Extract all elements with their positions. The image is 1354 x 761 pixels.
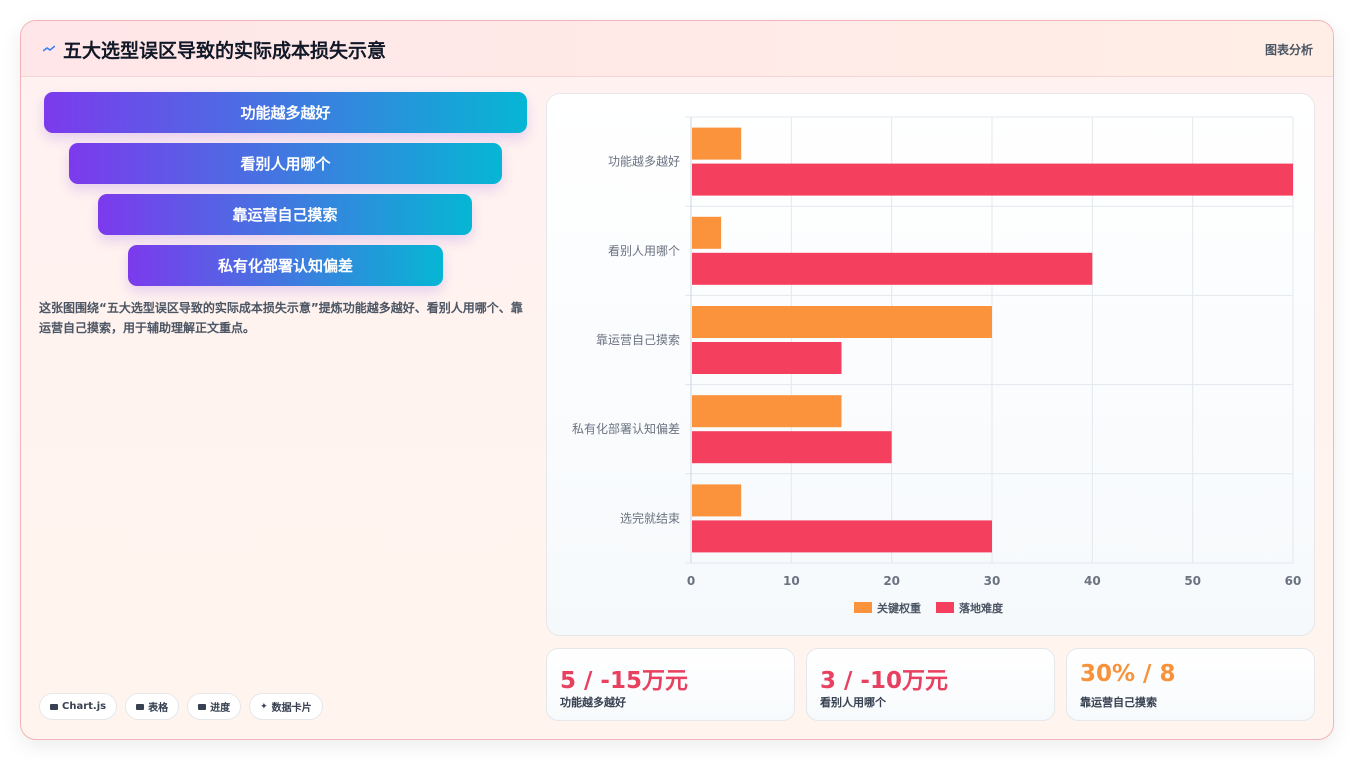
x-tick-label: 0 [687, 574, 695, 588]
legend-swatch [854, 602, 872, 613]
chart-analysis-tag: 图表分析 [1264, 43, 1313, 57]
chart-panel: 功能越多越好 看别人用哪个靠运营自己摸索私有化部署认知偏差选完就结束 0 10 20 30… [546, 93, 1315, 636]
x-tick-label: 50 [1184, 574, 1201, 588]
pill-item: 看别人用哪个 [69, 143, 502, 184]
category-label: 靠运营自己摸索 [596, 333, 680, 347]
legend-swatch [936, 602, 954, 613]
pill-item: 功能越多越好 [44, 92, 527, 133]
bar [692, 395, 842, 428]
chip-data-card[interactable]: ✦ 数据卡片 [249, 693, 323, 720]
header: 五大选型误区导致的实际成本损失示意 图表分析 [21, 21, 1333, 77]
x-tick-label: 30 [984, 574, 1001, 588]
tag-chips: Chart.js 表格 进度 ✦ 数据卡片 [39, 693, 323, 720]
pill-item: 私有化部署认知偏差 [128, 245, 443, 286]
stat-value: 30% / 8 [1080, 661, 1176, 687]
bar [692, 431, 892, 464]
progress-icon [198, 703, 207, 710]
category-label: 看别人用哪个 [608, 244, 680, 258]
chip-table[interactable]: 表格 [125, 693, 180, 720]
bar [692, 216, 722, 249]
bar [692, 520, 992, 553]
chip-progress[interactable]: 进度 [187, 693, 242, 720]
category-label: 私有化部署认知偏差 [572, 421, 680, 436]
chart-icon [50, 703, 58, 710]
stat-label: 靠运营自己摸索 [1080, 696, 1157, 709]
stat-label: 功能越多越好 [560, 696, 626, 709]
bar [692, 306, 992, 338]
legend-label: 关键权重 [877, 601, 921, 615]
x-tick-label: 60 [1285, 574, 1302, 588]
stat-value: 3 / -10万元 [820, 668, 948, 694]
stat-card: 3 / -10万元 看别人用哪个 [806, 648, 1055, 721]
line-chart-icon [43, 45, 55, 52]
category-label: 选完就结束 [620, 510, 680, 525]
bar [692, 342, 842, 374]
table-icon [136, 703, 145, 710]
stat-card: 5 / -15万元 功能越多越好 [546, 648, 795, 721]
sparkle-icon: ✦ [260, 701, 268, 712]
x-tick-label: 20 [883, 574, 900, 588]
description-text: 这张图围绕“五大选型误区导致的实际成本损失示意”提炼功能越多越好、看别人用哪个、… [39, 301, 523, 335]
bar [692, 163, 1293, 196]
pill-item: 靠运营自己摸索 [98, 194, 472, 235]
stat-card: 30% / 8 靠运营自己摸索 [1066, 648, 1315, 721]
main-card: 五大选型误区导致的实际成本损失示意 图表分析 功能越多越好 看别人用哪个 靠运营… [20, 20, 1334, 740]
x-tick-label: 10 [783, 574, 800, 588]
x-tick-label: 40 [1084, 574, 1101, 588]
bar [692, 252, 1093, 285]
bar-chart: 功能越多越好看别人用哪个靠运营自己摸索私有化部署认知偏差选完就结束 0 10 20 30… [572, 116, 1302, 615]
category-label: 功能越多越好 [608, 155, 680, 169]
bar [692, 484, 742, 517]
bar [692, 127, 742, 160]
stat-value: 5 / -15万元 [560, 668, 688, 694]
stat-label: 看别人用哪个 [820, 696, 886, 709]
chip-chartjs[interactable]: Chart.js [39, 693, 118, 720]
legend-label: 落地难度 [959, 601, 1004, 615]
page-title: 五大选型误区导致的实际成本损失示意 [63, 40, 387, 62]
